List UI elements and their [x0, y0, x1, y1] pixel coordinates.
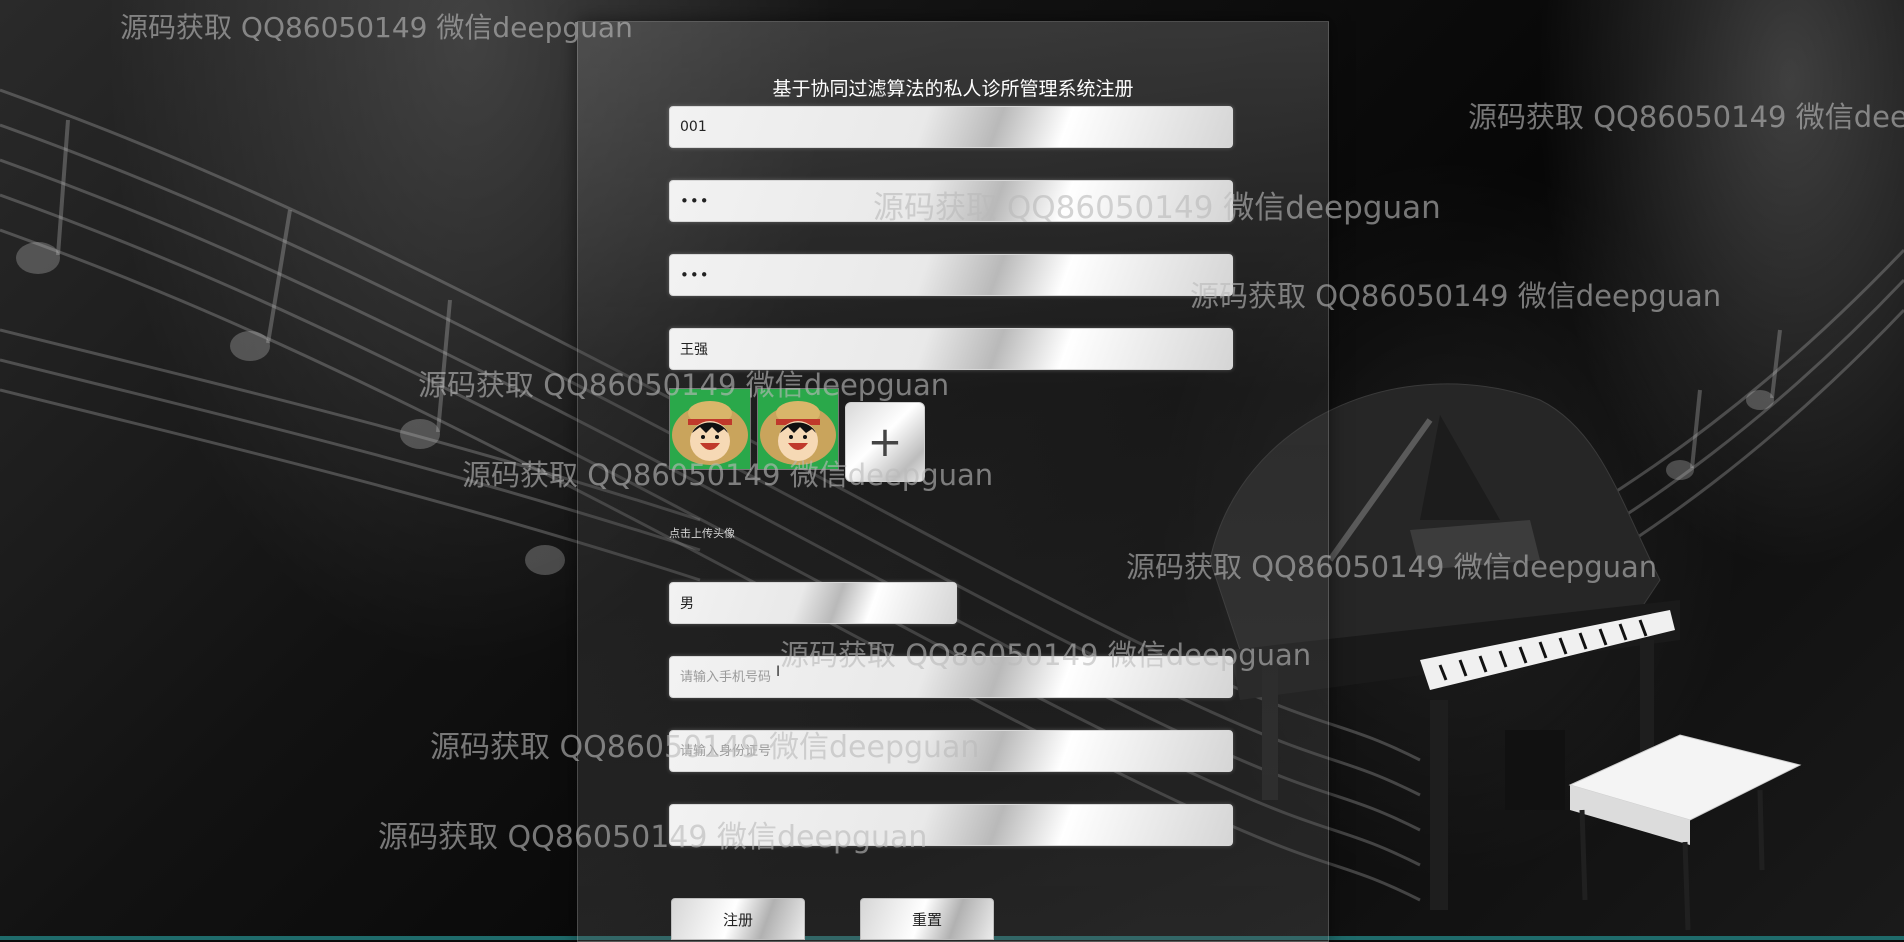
- avatar-image: [670, 389, 750, 469]
- page-title: 基于协同过滤算法的私人诊所管理系统注册: [772, 78, 1134, 100]
- password-field[interactable]: [669, 180, 1233, 222]
- text-cursor-icon: I: [776, 664, 781, 680]
- upload-avatar-button[interactable]: +: [845, 402, 925, 482]
- gender-select[interactable]: [669, 582, 957, 624]
- upload-hint: 点击上传头像: [669, 527, 735, 540]
- name-field[interactable]: [669, 328, 1233, 370]
- confirm-password-field[interactable]: [669, 254, 1233, 296]
- register-button[interactable]: 注册: [671, 898, 805, 940]
- avatar-thumbnail[interactable]: [757, 388, 839, 470]
- id-card-field[interactable]: [669, 730, 1233, 772]
- reset-button[interactable]: 重置: [860, 898, 994, 940]
- username-field[interactable]: [669, 106, 1233, 148]
- avatar-image: [758, 389, 838, 469]
- extra-field[interactable]: [669, 804, 1233, 846]
- phone-field[interactable]: [669, 656, 1233, 698]
- avatar-thumbnail[interactable]: [669, 388, 751, 470]
